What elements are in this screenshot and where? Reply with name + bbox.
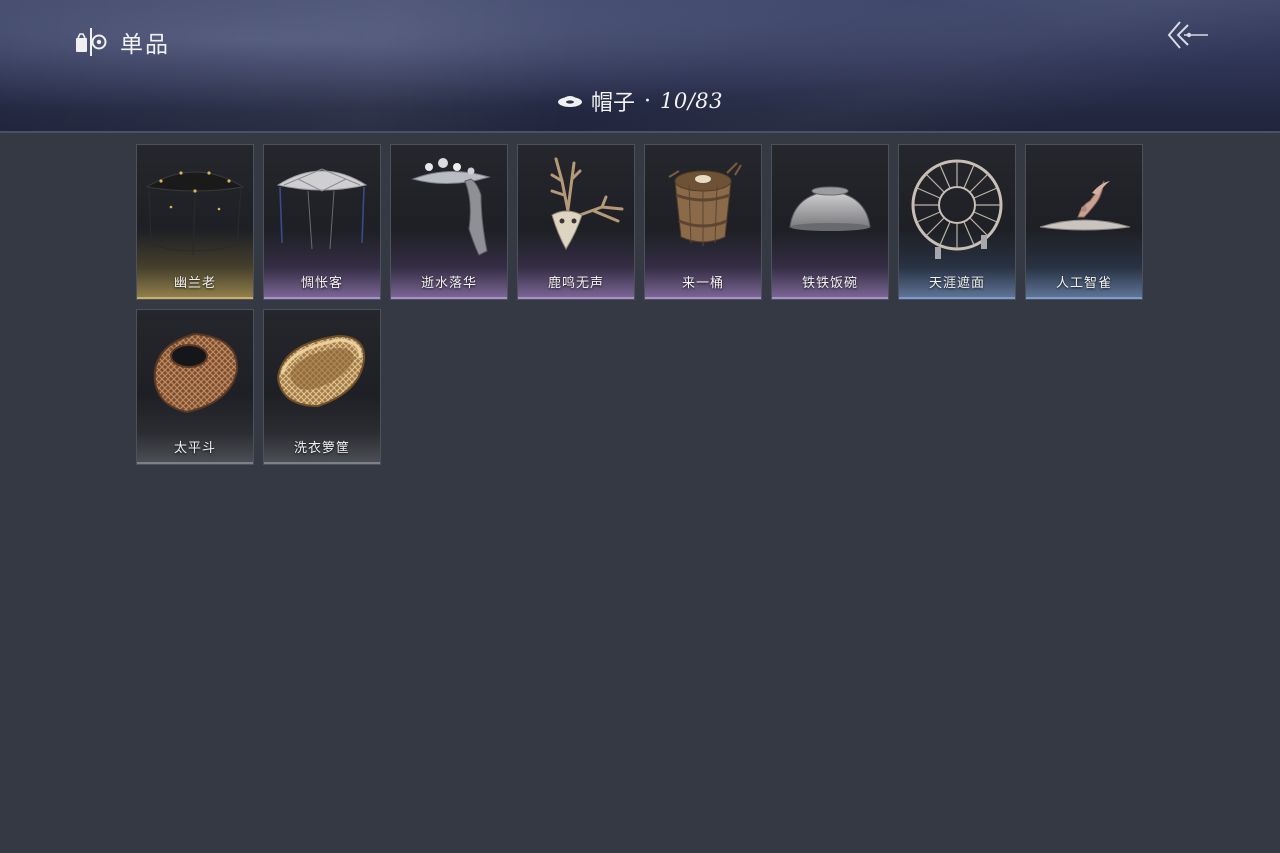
rarity-bar: [264, 462, 380, 464]
item-name: 来一桶: [681, 276, 724, 291]
item-card[interactable]: 洗衣箩筐: [263, 309, 381, 465]
iron-bowl-hat-icon: [789, 186, 871, 231]
category-separator: ·: [643, 88, 651, 114]
item-card[interactable]: 来一桶: [644, 144, 762, 300]
item-name: 幽兰老: [173, 276, 216, 291]
item-name: 人工智雀: [1055, 276, 1112, 291]
black-veil-hat-icon: [145, 171, 245, 256]
item-card[interactable]: 逝水落华: [390, 144, 508, 300]
category-count: 10/83: [659, 89, 724, 113]
item-name: 逝水落华: [420, 276, 477, 291]
section-title-text: 单品: [120, 32, 170, 58]
item-grid: 幽兰老 惆怅客 逝水落华 鹿鸣无声 来一桶 铁铁饭碗 天涯遮面 人工智雀 太平斗…: [136, 144, 1146, 468]
rarity-bar: [772, 297, 888, 299]
laundry-basket-hat-icon: [276, 334, 366, 408]
item-card[interactable]: 铁铁饭碗: [771, 144, 889, 300]
bamboo-cage-hat-icon: [153, 332, 239, 414]
round-frame-hat-icon: [911, 159, 1003, 259]
item-name: 惆怅客: [300, 276, 343, 291]
category-header: 帽子 · 10/83: [0, 84, 1280, 118]
back-arrow-icon: [1167, 21, 1208, 49]
wooden-bucket-hat-icon: [668, 162, 742, 246]
rarity-bar: [899, 297, 1015, 299]
rarity-bar: [137, 297, 253, 299]
item-card[interactable]: 太平斗: [136, 309, 254, 465]
bird-hat-icon: [1039, 180, 1131, 231]
item-name: 铁铁饭碗: [801, 276, 858, 291]
rarity-bar: [137, 462, 253, 464]
item-card[interactable]: 幽兰老: [136, 144, 254, 300]
item-card[interactable]: 惆怅客: [263, 144, 381, 300]
item-name: 鹿鸣无声: [547, 276, 604, 291]
hat-icon: [557, 96, 582, 107]
rarity-bar: [264, 297, 380, 299]
outfit-icon: [76, 28, 107, 56]
rarity-bar: [391, 297, 507, 299]
flower-scarf-hat-icon: [411, 158, 491, 256]
category-name: 帽子: [590, 91, 635, 116]
rarity-bar: [518, 297, 634, 299]
item-name: 天涯遮面: [928, 276, 985, 291]
item-card[interactable]: 人工智雀: [1025, 144, 1143, 300]
item-card[interactable]: 天涯遮面: [898, 144, 1016, 300]
section-title: 单品: [74, 24, 170, 60]
header-banner: 单品 帽子 · 10/83: [0, 0, 1280, 133]
item-name: 太平斗: [173, 441, 216, 456]
rarity-bar: [1026, 297, 1142, 299]
back-button[interactable]: [1166, 18, 1210, 52]
item-card[interactable]: 鹿鸣无声: [517, 144, 635, 300]
deer-skull-hat-icon: [550, 157, 624, 250]
white-veil-hat-icon: [276, 168, 368, 250]
rarity-bar: [645, 297, 761, 299]
item-name: 洗衣箩筐: [293, 441, 350, 456]
